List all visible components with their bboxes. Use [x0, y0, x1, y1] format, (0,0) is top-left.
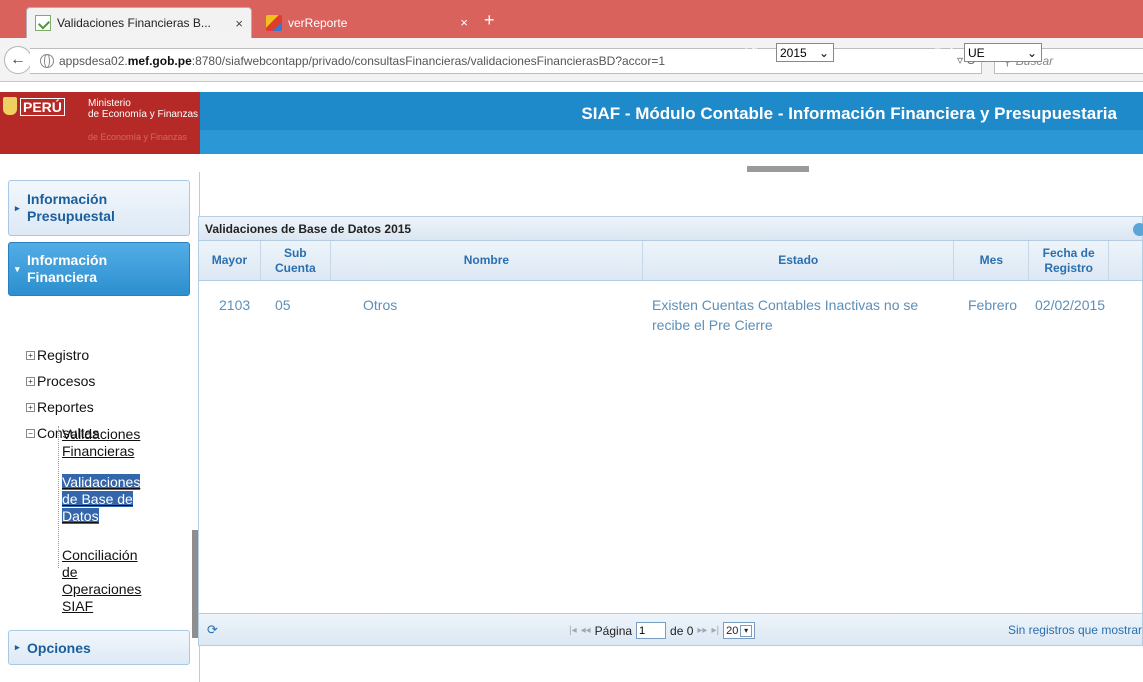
chevron-down-icon: ▾: [740, 624, 753, 637]
year-label: Año:: [742, 46, 770, 60]
rows-per-page-select[interactable]: 20 ▾: [723, 622, 756, 639]
header-sub-band: [200, 130, 1143, 154]
splitter-handle[interactable]: [747, 166, 809, 172]
pager-nav: |◂ ◂◂ Página de 0 ▸▸ ▸| 20▾: [569, 622, 756, 639]
logo-ministry: Ministerio de Economía y Finanzas: [88, 98, 199, 120]
chevron-right-icon: ▸: [15, 202, 20, 213]
cell-mes: Febrero: [968, 297, 1018, 313]
tab-title: verReporte: [288, 15, 348, 30]
chevron-down-icon: ⌄: [1026, 45, 1037, 60]
grid-header: Mayor Sub Cuenta Nombre Estado Mes Fecha …: [199, 241, 1142, 281]
cell-estado: Existen Cuentas Contables Inactivas no s…: [652, 297, 919, 333]
expand-icon: +: [26, 350, 35, 360]
refresh-icon[interactable]: ⟳: [207, 622, 218, 638]
column-header-fecha-registro[interactable]: Fecha de Registro: [1029, 241, 1110, 280]
tree-node-reportes[interactable]: + Reportes: [26, 394, 99, 420]
validations-grid: Validaciones de Base de Datos 2015 Mayor…: [198, 216, 1143, 646]
collapse-icon: −: [26, 428, 35, 438]
cell-sub-cuenta: 05: [275, 297, 291, 313]
first-page-button[interactable]: |◂: [569, 625, 577, 636]
cell-mayor: 2103: [219, 297, 251, 313]
report-icon: [266, 14, 282, 31]
column-header-nombre[interactable]: Nombre: [331, 241, 644, 280]
cell-fecha: 02/02/2015: [1035, 297, 1106, 313]
close-icon[interactable]: ×: [235, 16, 243, 31]
chevron-down-icon: ⌄: [818, 45, 829, 60]
logo: PERÚ Ministerio de Economía y Finanzas d…: [0, 92, 200, 154]
tree-node-registro[interactable]: + Registro: [26, 342, 99, 368]
sidebar: ▸ Información Presupuestal ▾ Información F…: [0, 172, 200, 682]
last-page-button[interactable]: ▸|: [711, 625, 719, 636]
chevron-right-icon: ▸: [15, 642, 20, 652]
rol-label: Rol:: [934, 46, 958, 60]
grid-pager: ⟳ |◂ ◂◂ Página de 0 ▸▸ ▸| 20▾ Sin regist…: [199, 613, 1142, 645]
browser-tab-bar: Validaciones Financieras B... × verRepor…: [0, 0, 1143, 38]
tree-connector: [58, 426, 59, 568]
grid-caption: Validaciones de Base de Datos 2015: [199, 217, 1143, 241]
next-page-button[interactable]: ▸▸: [697, 625, 707, 636]
link-validaciones-base-datos[interactable]: Validaciones de Base de Datos: [62, 474, 141, 525]
year-select[interactable]: 2015 ⌄: [776, 43, 834, 62]
logo-ghost-text: de Economía y Finanzas: [88, 132, 188, 142]
page-title: SIAF - Módulo Contable - Información Fin…: [581, 104, 1117, 123]
close-icon[interactable]: ×: [460, 15, 468, 30]
url-text: appsdesa02.mef.gob.pe:8780/siafwebcontap…: [59, 54, 666, 68]
cell-nombre: Otros: [363, 297, 398, 313]
rol-select[interactable]: UE ⌄: [964, 43, 1042, 62]
sidebar-item-opciones[interactable]: ▸ Opciones: [8, 630, 190, 665]
column-header-mayor[interactable]: Mayor: [199, 241, 261, 280]
column-header-extra: [1109, 241, 1142, 280]
page-number-input[interactable]: [636, 622, 667, 639]
sidebar-item-informacion-presupuestal[interactable]: ▸ Información Presupuestal: [8, 180, 190, 236]
sidebar-item-informacion-financiera[interactable]: ▾ Información Financiera: [8, 242, 190, 296]
tab-title: Validaciones Financieras B...: [57, 16, 211, 30]
new-tab-button[interactable]: +: [484, 10, 495, 31]
logo-country: PERÚ: [20, 98, 65, 116]
column-header-sub-cuenta[interactable]: Sub Cuenta: [261, 241, 331, 280]
prev-page-button[interactable]: ◂◂: [581, 625, 591, 636]
globe-icon: [40, 54, 54, 68]
pager-status: Sin registros que mostrar: [1007, 623, 1142, 637]
column-header-mes[interactable]: Mes: [954, 241, 1030, 280]
tab-verreporte[interactable]: verReporte ×: [258, 7, 476, 38]
tree-node-procesos[interactable]: + Procesos: [26, 368, 99, 394]
url-bar[interactable]: appsdesa02.mef.gob.pe:8780/siafwebcontap…: [30, 48, 982, 74]
table-row[interactable]: 2103 05 Otros Existen Cuentas Contables …: [199, 281, 1142, 337]
column-header-estado[interactable]: Estado: [643, 241, 955, 280]
page-label: Página: [594, 623, 633, 638]
collapse-icon[interactable]: [1133, 223, 1143, 236]
page-count: de 0: [670, 623, 694, 638]
expand-icon: +: [26, 402, 35, 412]
expand-icon: +: [26, 376, 35, 386]
link-validaciones-financieras[interactable]: Validaciones Financieras: [62, 426, 140, 460]
tab-validaciones[interactable]: Validaciones Financieras B... ×: [26, 7, 252, 38]
link-conciliacion-operaciones[interactable]: Conciliación de Operaciones SIAF: [62, 547, 141, 615]
document-check-icon: [35, 15, 51, 31]
back-button[interactable]: ←: [4, 46, 32, 74]
app-header: PERÚ Ministerio de Economía y Finanzas d…: [0, 92, 1143, 154]
chevron-down-icon: ▾: [15, 263, 20, 274]
coat-of-arms-icon: [3, 97, 17, 115]
